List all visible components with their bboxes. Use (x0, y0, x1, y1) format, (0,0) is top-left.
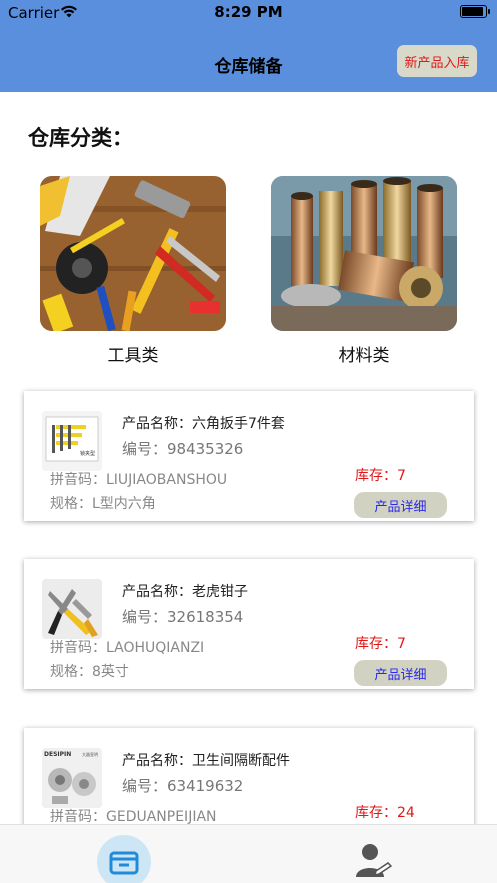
product-thumbnail: DESIPIN 大器皇明 (42, 748, 102, 808)
product-detail-button[interactable]: 产品详细 (354, 660, 447, 686)
product-name: 产品名称：卫生间隔断配件 (122, 753, 290, 769)
new-product-button[interactable]: 新产品入库 (397, 45, 477, 77)
product-name: 产品名称：六角扳手7件套 (122, 416, 285, 432)
product-pinyin: 拼音码：LIUJIAOBANSHOU (50, 472, 228, 488)
product-code: 编号：32618354 (122, 608, 244, 626)
product-card[interactable]: 锁夹型 产品名称：六角扳手7件套 编号：98435326 拼音码：LIUJIAO… (24, 391, 474, 521)
tab-warehouse[interactable] (97, 835, 151, 883)
product-stock: 库存：7 (355, 468, 406, 484)
user-edit-icon (356, 844, 393, 877)
category-label: 材料类 (338, 346, 390, 366)
status-time: 8:29 PM (214, 3, 283, 21)
product-thumbnail (42, 579, 102, 639)
battery-icon (460, 5, 490, 18)
thumbnail-brand-cn: 大器皇明 (82, 751, 98, 757)
product-name: 产品名称：老虎钳子 (122, 584, 248, 600)
product-thumbnail: 锁夹型 (42, 411, 102, 471)
product-stock: 库存：24 (355, 805, 415, 821)
status-bar: Carrier 8:29 PM (0, 0, 497, 26)
category-tools[interactable]: 工具类 (40, 176, 226, 366)
product-spec: 规格：L型内六角 (50, 496, 156, 512)
screen: Carrier 8:29 PM 仓库储备 新产品入库 仓库分类： 工具类 材料类… (0, 0, 497, 883)
product-spec: 规格：8英寸 (50, 664, 129, 680)
tab-bar (0, 824, 497, 883)
warehouse-box-icon (109, 851, 139, 875)
navigation-bar: Carrier 8:29 PM 仓库储备 新产品入库 (0, 0, 497, 92)
product-code: 编号：98435326 (122, 440, 244, 458)
category-label: 工具类 (107, 346, 159, 366)
product-code: 编号：63419632 (122, 777, 244, 795)
category-materials[interactable]: 材料类 (271, 176, 457, 366)
section-title: 仓库分类： (28, 126, 133, 150)
product-pinyin: 拼音码：LAOHUQIANZI (50, 640, 205, 656)
materials-image (271, 176, 457, 331)
thumbnail-brand: DESIPIN (44, 751, 71, 758)
thumbnail-label: 锁夹型 (80, 450, 95, 457)
product-card[interactable]: 产品名称：老虎钳子 编号：32618354 拼音码：LAOHUQIANZI 规格… (24, 559, 474, 689)
product-detail-button[interactable]: 产品详细 (354, 492, 447, 518)
tab-profile[interactable] (352, 841, 393, 881)
product-pinyin: 拼音码：GEDUANPEIJIAN (50, 809, 217, 825)
tools-image (40, 176, 226, 331)
product-stock: 库存：7 (355, 636, 406, 652)
